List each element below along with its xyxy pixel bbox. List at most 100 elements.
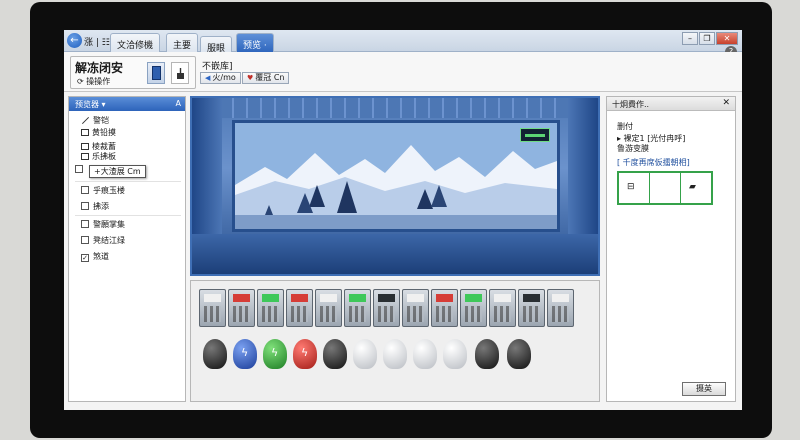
grid-cell-2[interactable] [650, 173, 681, 203]
arrow-icon: ◀ [205, 74, 211, 82]
nav-label: 涨 | ☷ [84, 38, 110, 48]
grid-cell-1[interactable]: ⊟ [619, 173, 650, 203]
rack-unit[interactable] [344, 289, 371, 327]
properties-line-3: 鲁游变膜 [617, 144, 649, 153]
ok-button[interactable]: 摄英 [682, 382, 726, 396]
helmet-icon[interactable]: ϟ [293, 339, 317, 369]
helmet-icon[interactable] [443, 339, 467, 369]
ribbon-group: 解冻闭安 ⟳ 操操作 [70, 56, 196, 89]
checkbox[interactable] [81, 236, 89, 244]
properties-panel-title: 十炯費作.. [612, 100, 650, 109]
helmet-icon[interactable] [413, 339, 437, 369]
tool-item-4[interactable]: 乐拂板 [81, 151, 116, 162]
left-panel-header[interactable]: 预览器 ▾ A [69, 97, 185, 111]
rack-unit[interactable] [460, 289, 487, 327]
left-panel-title: 预览器 ▾ [75, 100, 106, 109]
tab-preview[interactable]: 预览 · [236, 33, 274, 52]
rack-unit[interactable] [431, 289, 458, 327]
tool-item-3-label: 棱裁蓄 [92, 142, 116, 151]
helmet-icon[interactable]: ϟ [263, 339, 287, 369]
hand-tool-icon[interactable] [171, 62, 189, 84]
check-item-2[interactable]: 拂添 [81, 201, 109, 212]
rack-unit[interactable] [402, 289, 429, 327]
tab-3[interactable]: 服眼 [200, 36, 233, 54]
helmet-icon[interactable] [323, 339, 347, 369]
check-item-3-label: 警願掌集 [93, 220, 125, 229]
properties-link[interactable]: [ 千度再席仮擂朝相] [617, 157, 690, 168]
helmet-icon[interactable] [475, 339, 499, 369]
helmet-icon[interactable] [383, 339, 407, 369]
ribbon-group-subtitle[interactable]: ⟳ 操操作 [77, 76, 110, 87]
board-icon [81, 153, 89, 160]
rack-unit[interactable] [373, 289, 400, 327]
title-bar: ← 涨 | ☷ 文洽修機 主要 服眼 预览 · – ❐ ✕ [64, 30, 742, 54]
properties-line-1: 删付 [617, 122, 633, 131]
tab-1[interactable]: 文洽修機 [110, 33, 161, 52]
ribbon-label: 不嵌库] [202, 62, 233, 72]
rack-unit[interactable] [547, 289, 574, 327]
helmet-icon[interactable] [203, 339, 227, 369]
ribbon: 解冻闭安 ⟳ 操操作 不嵌库] ◀ 火/mo ♥ 覆冠 Cn [64, 52, 742, 92]
helmet-icon[interactable] [507, 339, 531, 369]
minimize-button[interactable]: – [682, 32, 698, 45]
pencil-icon [81, 116, 90, 125]
close-button[interactable]: ✕ [716, 32, 738, 45]
tool-item-1-label: 警铠 [93, 116, 109, 125]
tool-item-4-label: 乐拂板 [92, 152, 116, 161]
ribbon-button-2-label: 覆冠 Cn [255, 73, 285, 82]
rack-unit[interactable] [257, 289, 284, 327]
ribbon-button-1[interactable]: ◀ 火/mo [200, 72, 241, 84]
divider [75, 181, 181, 182]
check-item-3[interactable]: 警願掌集 [81, 219, 125, 230]
rack-unit[interactable] [518, 289, 545, 327]
box-icon [81, 129, 89, 136]
rack-unit[interactable] [315, 289, 342, 327]
mountain-scene [235, 123, 557, 229]
rack-unit[interactable] [286, 289, 313, 327]
device-icon: ⊟ [627, 182, 635, 192]
camera-icon: ▰ [689, 182, 696, 192]
back-arrow-icon[interactable]: ← [67, 33, 82, 48]
frame-icon [81, 143, 89, 150]
check-item-2-label: 拂添 [93, 202, 109, 211]
rack-unit[interactable] [199, 289, 226, 327]
check-item-1[interactable]: 乎痕玉楼 [81, 185, 125, 196]
checkbox[interactable] [81, 186, 89, 194]
properties-panel: 十炯費作.. ✕ 删付 ▸ 裸定1 [光付冉呼] 鲁游变膜 [ 千度再席仮擂朝相… [606, 96, 736, 402]
heart-icon: ♥ [247, 74, 254, 82]
helmet-icon[interactable] [353, 339, 377, 369]
preview-viewport[interactable] [190, 96, 600, 276]
checkbox[interactable] [81, 202, 89, 210]
equipment-library: ϟ ϟ ϟ [190, 280, 600, 402]
ceiling [192, 98, 598, 118]
tool-item-2-label: 黄铅摸 [92, 128, 116, 137]
selection-grid: ⊟ ▰ [617, 171, 713, 205]
pin-icon[interactable]: A [176, 99, 181, 108]
check-item-5-label: 煞道 [93, 252, 109, 261]
checkbox[interactable] [75, 165, 83, 173]
tab-2[interactable]: 主要 [166, 33, 199, 52]
check-item-5[interactable]: 煞道 [81, 251, 109, 262]
grid-cell-3[interactable]: ▰ [681, 173, 711, 203]
ribbon-button-2[interactable]: ♥ 覆冠 Cn [242, 72, 290, 84]
rack-unit[interactable] [228, 289, 255, 327]
check-item-4[interactable]: 凳结江绿 [81, 235, 125, 246]
check-item-1-label: 乎痕玉楼 [93, 186, 125, 195]
tooltip-anchor[interactable] [75, 165, 87, 174]
winter-backdrop [232, 120, 560, 232]
rack-unit[interactable] [489, 289, 516, 327]
tool-item-2[interactable]: 黄铅摸 [81, 127, 116, 138]
tool-item-1[interactable]: 警铠 [81, 115, 109, 126]
check-item-4-label: 凳结江绿 [93, 236, 125, 245]
tooltip: +大渣展 Cm [89, 165, 146, 178]
restore-button[interactable]: ❐ [699, 32, 715, 45]
document-icon[interactable] [147, 62, 165, 84]
ribbon-group-title: 解冻闭安 [75, 61, 124, 75]
checkbox[interactable] [81, 220, 89, 228]
window-controls: – ❐ ✕ [682, 32, 738, 45]
checkbox-checked[interactable] [81, 254, 89, 262]
app-window: ← 涨 | ☷ 文洽修機 主要 服眼 预览 · – ❐ ✕ ? 解冻闭安 ⟳ 操… [64, 30, 742, 410]
close-icon[interactable]: ✕ [722, 98, 730, 108]
floor [192, 234, 598, 274]
helmet-icon[interactable]: ϟ [233, 339, 257, 369]
